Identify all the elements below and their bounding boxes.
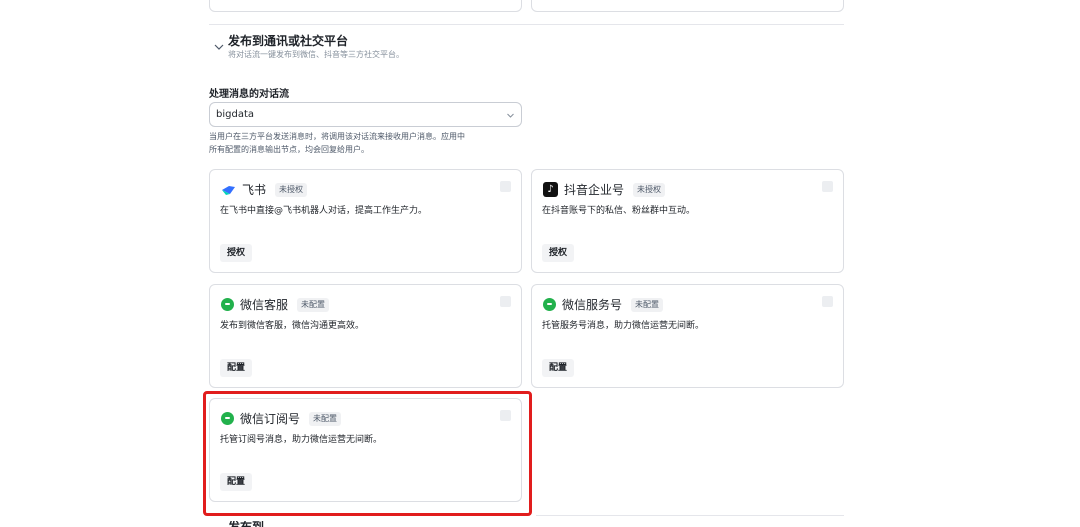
platform-card-wechat-service[interactable]: 微信服务号 未配置 托管服务号消息，助力微信运营无间断。 配置	[531, 284, 844, 388]
card-checkbox[interactable]	[500, 181, 511, 192]
card-description: 在飞书中直接@飞书机器人对话，提高工作生产力。	[220, 206, 428, 216]
chevron-down-icon	[214, 44, 224, 50]
flow-label: 处理消息的对话流	[209, 89, 289, 100]
divider-bottom	[536, 515, 844, 516]
status-badge: 未授权	[275, 182, 308, 197]
configure-button[interactable]: 配置	[542, 359, 575, 377]
status-badge: 未授权	[633, 182, 666, 197]
authorize-button[interactable]: 授权	[542, 244, 575, 262]
prev-card-right	[531, 0, 844, 12]
next-section-title: 发布到...	[228, 521, 278, 527]
section-subtitle: 将对话流一键发布到微信、抖音等三方社交平台。	[228, 50, 404, 59]
platform-card-wechat-kf[interactable]: 微信客服 未配置 发布到微信客服，微信沟通更高效。 配置	[209, 284, 522, 388]
card-checkbox[interactable]	[822, 296, 833, 307]
section-collapse-toggle[interactable]	[213, 38, 225, 50]
wechat-icon	[221, 298, 234, 311]
prev-card-left	[209, 0, 522, 12]
card-checkbox[interactable]	[500, 296, 511, 307]
card-checkbox[interactable]	[822, 181, 833, 192]
status-badge: 未配置	[297, 297, 330, 312]
platform-card-feishu[interactable]: 飞书 未授权 在飞书中直接@飞书机器人对话，提高工作生产力。 授权	[209, 169, 522, 273]
platform-card-douyin[interactable]: ♪ 抖音企业号 未授权 在抖音账号下的私信、粉丝群中互动。 授权	[531, 169, 844, 273]
flow-help-line1: 当用户在三方平台发送消息时，将调用该对话流来接收用户消息。应用中	[209, 132, 465, 141]
card-title: 飞书	[242, 183, 267, 197]
feishu-icon	[222, 185, 235, 195]
card-description: 托管服务号消息，助力微信运营无间断。	[542, 321, 705, 331]
card-description: 在抖音账号下的私信、粉丝群中互动。	[542, 206, 696, 216]
flow-help-line2: 所有配置的消息输出节点，均会回复给用户。	[209, 145, 369, 154]
status-badge: 未配置	[631, 297, 664, 312]
flow-select[interactable]: bigdata	[209, 102, 522, 127]
section-title: 发布到通讯或社交平台	[228, 34, 349, 48]
configure-button[interactable]: 配置	[220, 359, 253, 377]
card-title: 微信服务号	[562, 298, 623, 312]
wechat-icon	[543, 298, 556, 311]
flow-select-value: bigdata	[216, 109, 254, 120]
chevron-down-icon	[507, 113, 514, 118]
douyin-icon: ♪	[543, 182, 558, 197]
highlight-box	[203, 391, 532, 516]
divider-top	[209, 24, 844, 25]
card-description: 发布到微信客服，微信沟通更高效。	[220, 321, 365, 331]
card-title: 微信客服	[240, 298, 289, 312]
authorize-button[interactable]: 授权	[220, 244, 253, 262]
card-title: 抖音企业号	[564, 183, 625, 197]
